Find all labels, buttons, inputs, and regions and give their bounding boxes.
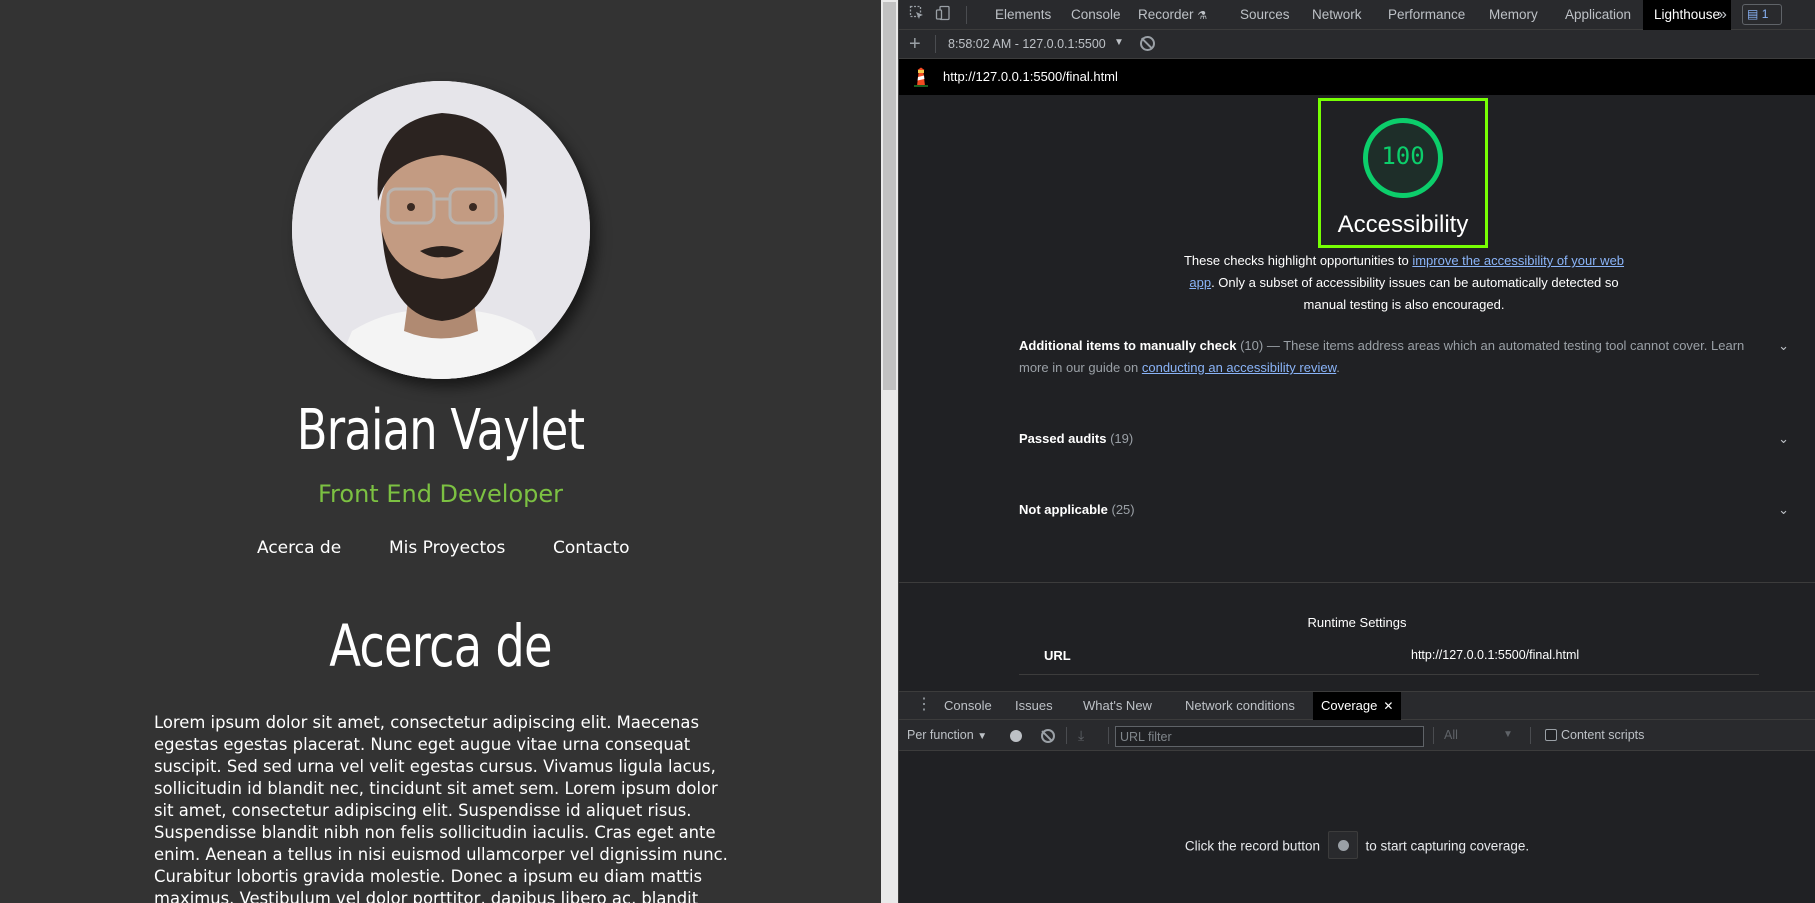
score-value: 100 bbox=[1381, 142, 1425, 170]
runtime-url-label: URL bbox=[1044, 648, 1071, 663]
scrollbar-thumb[interactable] bbox=[883, 2, 896, 390]
lighthouse-logo-icon bbox=[914, 67, 928, 87]
devtools-panel: Elements Console Recorder ⚗ Sources Netw… bbox=[899, 0, 1815, 903]
audit-group-count: (19) bbox=[1110, 431, 1134, 446]
toolbar-separator bbox=[1108, 727, 1109, 744]
category-title: Accessibility bbox=[1337, 211, 1469, 238]
chevron-down-icon[interactable]: ▼ bbox=[1114, 37, 1124, 48]
message-icon: ▤ bbox=[1747, 7, 1759, 21]
toolbar-separator bbox=[1433, 727, 1434, 744]
drawer-tab-coverage[interactable]: Coverage ✕ bbox=[1313, 692, 1402, 720]
record-button-inline[interactable] bbox=[1327, 831, 1358, 859]
chevron-down-icon: ▼ bbox=[977, 731, 988, 742]
tab-memory[interactable]: Memory bbox=[1481, 0, 1546, 30]
about-heading: Acerca de bbox=[329, 612, 552, 680]
drawer-menu-icon[interactable]: ⋮ bbox=[916, 697, 932, 713]
chevron-down-icon[interactable]: ⌄ bbox=[1778, 499, 1789, 521]
runtime-settings-title: Runtime Settings bbox=[1307, 615, 1407, 630]
score-gauge[interactable]: 100 bbox=[1363, 118, 1443, 198]
coverage-empty-message: Click the record button to start capturi… bbox=[899, 831, 1815, 861]
record-button[interactable] bbox=[1010, 730, 1022, 742]
clear-coverage-icon[interactable] bbox=[1041, 729, 1055, 743]
drawer-tabbar: ⋮ Console Issues What's New Network cond… bbox=[899, 691, 1815, 720]
tab-recorder[interactable]: Recorder ⚗ bbox=[1130, 0, 1215, 30]
inspect-element-icon[interactable] bbox=[907, 5, 927, 25]
toolbar-separator bbox=[966, 6, 967, 24]
empty-message-before: Click the record button bbox=[1184, 838, 1320, 854]
chevron-down-icon[interactable]: ▼ bbox=[1503, 729, 1513, 740]
nav-link-about[interactable]: Acerca de bbox=[257, 538, 341, 558]
lighthouse-report: 100 Accessibility These checks highlight… bbox=[899, 95, 1815, 691]
report-selector[interactable]: 8:58:02 AM - 127.0.0.1:5500 bbox=[948, 37, 1106, 51]
about-paragraph: Lorem ipsum dolor sit amet, consectetur … bbox=[154, 713, 728, 903]
audit-group-title: Passed audits bbox=[1019, 431, 1107, 446]
drawer-tab-whats-new[interactable]: What's New bbox=[1075, 692, 1160, 720]
devtools-tabbar: Elements Console Recorder ⚗ Sources Netw… bbox=[899, 0, 1815, 30]
toolbar-separator bbox=[1066, 727, 1067, 744]
coverage-toolbar: Per function ▼ ⤓ All ▼ Content scripts bbox=[899, 720, 1815, 751]
nav-link-contact[interactable]: Contacto bbox=[553, 538, 630, 558]
site-role-subtitle: Front End Developer bbox=[317, 480, 563, 508]
clear-reports-icon[interactable] bbox=[1140, 36, 1155, 51]
type-filter-select[interactable]: All bbox=[1444, 728, 1458, 742]
url-filter-input[interactable] bbox=[1115, 726, 1424, 747]
export-download-icon[interactable]: ⤓ bbox=[1078, 727, 1084, 744]
issues-count: 1 bbox=[1761, 7, 1769, 21]
audit-group-count: (10) bbox=[1240, 338, 1264, 353]
site-nav: Acerca de Mis Proyectos Contacto bbox=[0, 538, 881, 562]
audit-group-title: Not applicable bbox=[1019, 502, 1108, 517]
coverage-empty-state: Click the record button to start capturi… bbox=[899, 751, 1815, 903]
website-viewport: Braian Vaylet Front End Developer Acerca… bbox=[0, 0, 881, 903]
profile-avatar bbox=[292, 81, 590, 379]
toolbar-separator bbox=[935, 35, 936, 53]
desc-text-before: These checks highlight opportunities to bbox=[1183, 253, 1413, 268]
more-tabs-icon[interactable]: » bbox=[1710, 0, 1735, 30]
nav-link-projects[interactable]: Mis Proyectos bbox=[389, 538, 505, 558]
content-scripts-checkbox[interactable] bbox=[1545, 729, 1557, 741]
drawer-tab-console[interactable]: Console bbox=[936, 692, 1000, 720]
audit-group-manual[interactable]: Additional items to manually check (10) … bbox=[1019, 335, 1789, 379]
drawer-tab-network-conditions[interactable]: Network conditions bbox=[1177, 692, 1303, 720]
runtime-url-value: http://127.0.0.1:5500/final.html bbox=[1411, 648, 1580, 662]
page-scrollbar[interactable] bbox=[881, 0, 898, 903]
chevron-down-icon[interactable]: ⌄ bbox=[1778, 335, 1789, 357]
drawer-tab-issues[interactable]: Issues bbox=[1007, 692, 1061, 720]
content-scripts-label: Content scripts bbox=[1561, 728, 1645, 742]
drawer-tab-coverage-label: Coverage bbox=[1321, 698, 1378, 713]
lighthouse-toolbar: + 8:58:02 AM - 127.0.0.1:5500 ▼ bbox=[899, 30, 1815, 59]
flask-icon: ⚗ bbox=[1197, 10, 1208, 22]
audit-group-count: (25) bbox=[1111, 502, 1135, 517]
coverage-mode-label: Per function bbox=[907, 728, 974, 742]
report-url: http://127.0.0.1:5500/final.html bbox=[943, 69, 1118, 84]
audit-group-title: Additional items to manually check bbox=[1019, 338, 1237, 353]
tab-console[interactable]: Console bbox=[1063, 0, 1129, 30]
tab-network[interactable]: Network bbox=[1304, 0, 1370, 30]
issues-badge[interactable]: ▤ 1 bbox=[1742, 4, 1782, 25]
runtime-url-row: URL http://127.0.0.1:5500/final.html bbox=[1019, 645, 1759, 675]
tab-recorder-label: Recorder bbox=[1138, 7, 1194, 22]
score-highlight-box: 100 Accessibility bbox=[1318, 98, 1488, 248]
close-icon[interactable]: ✕ bbox=[1383, 699, 1393, 713]
chevron-down-icon[interactable]: ⌄ bbox=[1778, 428, 1789, 450]
audit-group-passed[interactable]: Passed audits (19) ⌄ bbox=[1019, 428, 1789, 450]
section-divider bbox=[899, 582, 1815, 583]
audit-group-not-applicable[interactable]: Not applicable (25) ⌄ bbox=[1019, 499, 1789, 521]
audit-group-description-end: . bbox=[1336, 360, 1340, 375]
lighthouse-url-bar: http://127.0.0.1:5500/final.html bbox=[899, 59, 1815, 95]
tab-sources[interactable]: Sources bbox=[1232, 0, 1298, 30]
site-name-heading: Braian Vaylet bbox=[296, 398, 585, 463]
desc-text-after: . Only a subset of accessibility issues … bbox=[1211, 275, 1619, 312]
tab-application[interactable]: Application bbox=[1557, 0, 1639, 30]
empty-message-after: to start capturing coverage. bbox=[1365, 838, 1530, 854]
new-report-plus-icon[interactable]: + bbox=[909, 33, 921, 56]
tab-performance[interactable]: Performance bbox=[1380, 0, 1473, 30]
device-toolbar-icon[interactable] bbox=[933, 5, 953, 25]
coverage-mode-select[interactable]: Per function ▼ bbox=[907, 728, 987, 742]
accessibility-review-link[interactable]: conducting an accessibility review bbox=[1142, 360, 1336, 375]
toolbar-separator bbox=[1530, 727, 1531, 744]
tab-elements[interactable]: Elements bbox=[987, 0, 1059, 30]
category-description: These checks highlight opportunities to … bbox=[1179, 250, 1629, 316]
